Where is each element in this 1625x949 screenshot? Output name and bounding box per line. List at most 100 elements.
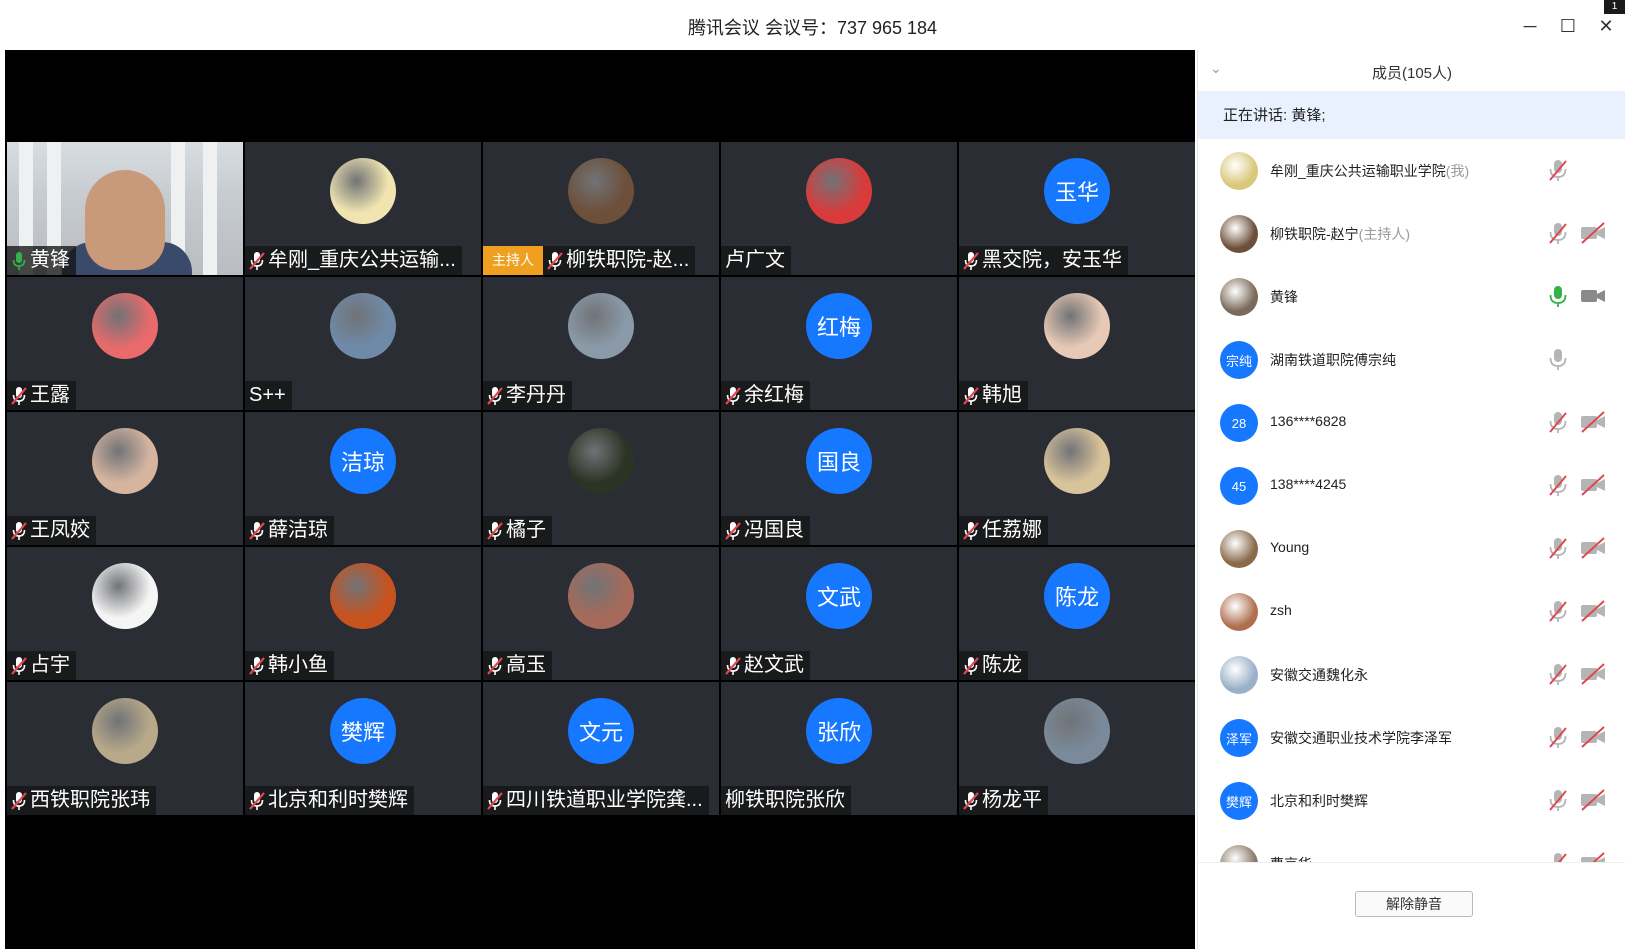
participant-tile[interactable]: S++ bbox=[245, 277, 481, 410]
participant-tile[interactable]: 陈龙 陈龙 bbox=[959, 547, 1195, 680]
mic-muted-icon[interactable] bbox=[1546, 662, 1570, 686]
participant-tile[interactable]: 韩旭 bbox=[959, 277, 1195, 410]
camera-on-icon[interactable] bbox=[1580, 284, 1606, 308]
participant-tile[interactable]: 西铁职院张玮 bbox=[7, 682, 243, 815]
participant-tile[interactable]: 玉华 黑交院，安玉华 bbox=[959, 142, 1195, 275]
participant-tile[interactable]: 卢广文 bbox=[721, 142, 957, 275]
camera-off-icon[interactable] bbox=[1580, 788, 1606, 812]
participant-avatar: 国良 bbox=[806, 428, 872, 494]
mic-icon[interactable] bbox=[1546, 347, 1570, 371]
mic-muted-icon bbox=[11, 386, 27, 406]
mic-muted-icon[interactable] bbox=[1546, 473, 1570, 497]
participant-tile[interactable]: 王露 bbox=[7, 277, 243, 410]
member-row[interactable]: 28 136****6828 bbox=[1198, 391, 1625, 454]
participant-avatar: 文武 bbox=[806, 563, 872, 629]
participant-tile[interactable]: 文元 四川铁道职业学院龚... bbox=[483, 682, 719, 815]
mic-muted-icon[interactable] bbox=[1546, 788, 1570, 812]
participant-tile[interactable]: 杨龙平 bbox=[959, 682, 1195, 815]
unmute-button[interactable]: 解除静音 bbox=[1355, 891, 1473, 917]
participant-tile[interactable]: 任荔娜 bbox=[959, 412, 1195, 545]
camera-off-icon[interactable] bbox=[1580, 473, 1606, 497]
mic-muted-icon bbox=[11, 521, 27, 541]
participant-name-label: 橘子 bbox=[483, 516, 552, 545]
mic-muted-icon bbox=[249, 251, 265, 271]
member-row[interactable]: zsh bbox=[1198, 580, 1625, 643]
member-status-icons bbox=[1546, 662, 1606, 686]
mic-muted-icon[interactable] bbox=[1546, 725, 1570, 749]
participant-name-label: 柳铁职院-赵... bbox=[543, 246, 696, 275]
participant-avatar bbox=[806, 158, 872, 224]
member-row[interactable]: 黄锋 bbox=[1198, 265, 1625, 328]
camera-off-icon[interactable] bbox=[1580, 536, 1606, 560]
mic-on-icon bbox=[11, 251, 27, 271]
participant-name-label: 陈龙 bbox=[959, 651, 1028, 680]
mic-muted-icon[interactable] bbox=[1546, 158, 1570, 182]
participant-tile[interactable]: 王凤姣 bbox=[7, 412, 243, 545]
participant-name: 高玉 bbox=[506, 654, 546, 676]
member-avatar bbox=[1220, 278, 1258, 316]
member-row[interactable]: 樊辉 北京和利时樊辉 bbox=[1198, 769, 1625, 832]
participant-tile[interactable]: 文武 赵文武 bbox=[721, 547, 957, 680]
member-name-text: 湖南铁道职院傅宗纯 bbox=[1270, 352, 1396, 368]
maximize-button[interactable]: ☐ bbox=[1556, 14, 1580, 38]
participant-name: 王露 bbox=[30, 384, 70, 406]
participant-tile[interactable]: 国良 冯国良 bbox=[721, 412, 957, 545]
mic-muted-icon[interactable] bbox=[1546, 221, 1570, 245]
participant-tile[interactable]: 黄锋 bbox=[7, 142, 243, 275]
member-row[interactable]: Young bbox=[1198, 517, 1625, 580]
participant-avatar bbox=[92, 428, 158, 494]
participant-tile[interactable]: 韩小鱼 bbox=[245, 547, 481, 680]
member-name: 安徽交通职业技术学院李泽军 bbox=[1270, 728, 1452, 748]
participant-name-label: 王凤姣 bbox=[7, 516, 96, 545]
camera-off-icon[interactable] bbox=[1580, 599, 1606, 623]
mic-muted-icon[interactable] bbox=[1546, 410, 1570, 434]
participant-tile[interactable]: 橘子 bbox=[483, 412, 719, 545]
participant-tile[interactable]: 高玉 bbox=[483, 547, 719, 680]
participant-name: 卢广文 bbox=[725, 249, 785, 271]
participant-avatar: 玉华 bbox=[1044, 158, 1110, 224]
mic-muted-icon[interactable] bbox=[1546, 536, 1570, 560]
participant-tile[interactable]: 牟刚_重庆公共运输... bbox=[245, 142, 481, 275]
camera-off-icon[interactable] bbox=[1580, 662, 1606, 686]
participant-name-label: 西铁职院张玮 bbox=[7, 786, 156, 815]
close-button[interactable]: ✕ bbox=[1594, 14, 1618, 38]
mic-on-icon[interactable] bbox=[1546, 284, 1570, 308]
member-name: 黄锋 bbox=[1270, 287, 1298, 307]
member-name: zsh bbox=[1270, 602, 1292, 618]
participant-name-label: 黄锋 bbox=[7, 246, 76, 275]
participant-name: 薛洁琼 bbox=[268, 519, 328, 541]
camera-off-icon[interactable] bbox=[1580, 725, 1606, 749]
participant-name-label: S++ bbox=[245, 381, 292, 410]
member-name-text: 牟刚_重庆公共运输职业学院 bbox=[1270, 163, 1446, 179]
participant-avatar bbox=[1044, 698, 1110, 764]
member-row[interactable]: 泽军 安徽交通职业技术学院李泽军 bbox=[1198, 706, 1625, 769]
participant-name: 王凤姣 bbox=[30, 519, 90, 541]
participant-tile[interactable]: 樊辉 北京和利时樊辉 bbox=[245, 682, 481, 815]
participant-tile[interactable]: 占宇 bbox=[7, 547, 243, 680]
camera-off-icon[interactable] bbox=[1580, 221, 1606, 245]
participant-tile[interactable]: 李丹丹 bbox=[483, 277, 719, 410]
participant-tile[interactable]: 张欣 柳铁职院张欣 bbox=[721, 682, 957, 815]
camera-off-icon[interactable] bbox=[1580, 410, 1606, 434]
member-row[interactable]: 45 138****4245 bbox=[1198, 454, 1625, 517]
minimize-button[interactable]: ─ bbox=[1518, 14, 1542, 38]
participant-tile[interactable]: 洁琼 薛洁琼 bbox=[245, 412, 481, 545]
mic-muted-icon[interactable] bbox=[1546, 599, 1570, 623]
participant-avatar bbox=[330, 563, 396, 629]
participant-name: 西铁职院张玮 bbox=[30, 789, 150, 811]
participant-name-label: 李丹丹 bbox=[483, 381, 572, 410]
member-row[interactable]: 宗纯 湖南铁道职院傅宗纯 bbox=[1198, 328, 1625, 391]
member-avatar bbox=[1220, 215, 1258, 253]
participant-tile[interactable]: 主持人 柳铁职院-赵... bbox=[483, 142, 719, 275]
member-row[interactable]: 牟刚_重庆公共运输职业学院(我) bbox=[1198, 139, 1625, 202]
participant-tile[interactable]: 红梅 余红梅 bbox=[721, 277, 957, 410]
member-row[interactable]: 安徽交通魏化永 bbox=[1198, 643, 1625, 706]
member-row[interactable]: 柳铁职院-赵宁(主持人) bbox=[1198, 202, 1625, 265]
participant-name-label: 四川铁道职业学院龚... bbox=[483, 786, 709, 815]
mic-muted-icon bbox=[963, 521, 979, 541]
participant-avatar bbox=[1044, 428, 1110, 494]
member-name-text: Young bbox=[1270, 539, 1310, 555]
member-avatar bbox=[1220, 656, 1258, 694]
participant-avatar bbox=[568, 428, 634, 494]
mic-muted-icon bbox=[547, 251, 563, 271]
